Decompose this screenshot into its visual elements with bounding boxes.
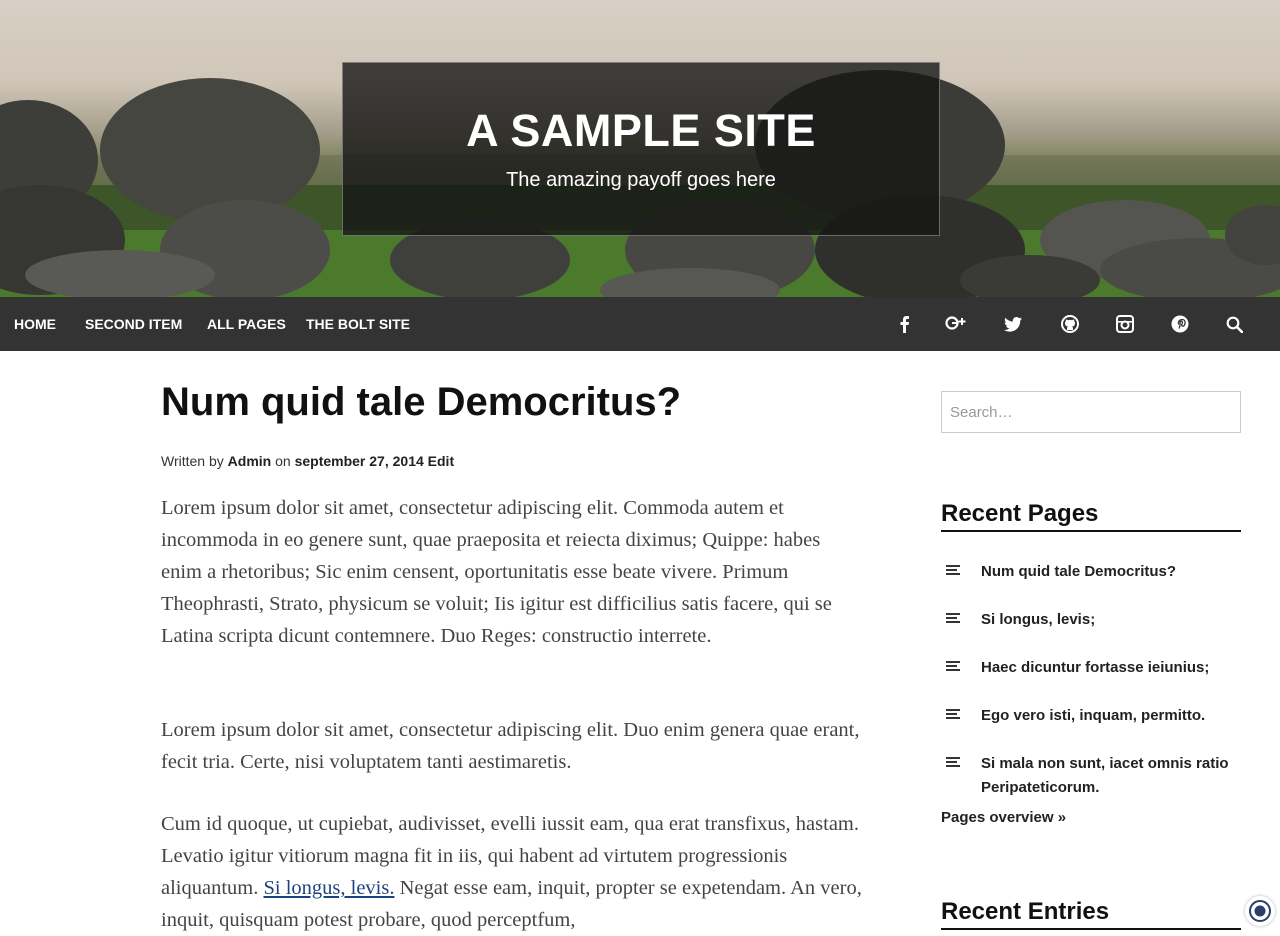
site-title[interactable]: A SAMPLE SITE — [343, 105, 939, 157]
post-paragraph-3: Cum id quoque, ut cupiebat, audivisset, … — [161, 808, 866, 936]
document-lines-icon — [946, 756, 960, 773]
twitter-icon[interactable] — [999, 310, 1027, 338]
post-meta: Written by Admin on september 27, 2014 E… — [161, 453, 454, 469]
post-title[interactable]: Num quid tale Democritus? — [161, 380, 681, 425]
document-lines-icon — [946, 708, 960, 725]
recent-page-link[interactable]: Haec dicuntur fortasse ieiunius; — [981, 656, 1231, 680]
facebook-icon[interactable] — [890, 310, 918, 338]
recent-page-link[interactable]: Si longus, levis; — [981, 608, 1231, 632]
instagram-icon[interactable] — [1111, 310, 1139, 338]
site-payoff: The amazing payoff goes here — [506, 169, 776, 191]
recent-entries-title: Recent Entries — [941, 898, 1241, 930]
document-lines-icon — [946, 660, 960, 677]
pinterest-icon[interactable] — [1166, 310, 1194, 338]
nav-item-second-item[interactable]: SECOND ITEM — [85, 297, 182, 351]
floating-widget-icon[interactable] — [1245, 896, 1275, 926]
recent-page-link[interactable]: Si mala non sunt, iacet omnis ratio Peri… — [981, 752, 1231, 800]
nav-item-home[interactable]: HOME — [14, 297, 56, 351]
meta-edit-link[interactable]: Edit — [428, 453, 454, 469]
header-banner: A SAMPLE SITE The amazing payoff goes he… — [0, 0, 1280, 297]
inline-link-si-longus[interactable]: Si longus, levis. — [263, 877, 394, 899]
pages-overview-link[interactable]: Pages overview » — [941, 809, 1066, 826]
google-plus-icon[interactable] — [942, 310, 970, 338]
recent-pages-title: Recent Pages — [941, 500, 1241, 532]
search-input[interactable] — [941, 391, 1241, 433]
meta-on: on — [275, 453, 291, 469]
document-lines-icon — [946, 612, 960, 629]
meta-author-link[interactable]: Admin — [228, 453, 272, 469]
document-lines-icon — [946, 564, 960, 581]
meta-written-by: Written by — [161, 453, 224, 469]
nav-item-bolt-site[interactable]: THE BOLT SITE — [306, 297, 410, 351]
meta-date-link[interactable]: september 27, 2014 — [295, 453, 424, 469]
github-icon[interactable] — [1056, 310, 1084, 338]
recent-page-link[interactable]: Num quid tale Democritus? — [981, 560, 1231, 584]
post-paragraph-2: Lorem ipsum dolor sit amet, consectetur … — [161, 719, 860, 773]
nav-item-all-pages[interactable]: ALL PAGES — [207, 297, 286, 351]
main-navbar: HOME SECOND ITEM ALL PAGES THE BOLT SITE — [0, 297, 1280, 351]
site-title-box: A SAMPLE SITE The amazing payoff goes he… — [342, 62, 940, 236]
post-paragraph-1: Lorem ipsum dolor sit amet, consectetur … — [161, 497, 832, 647]
recent-page-link[interactable]: Ego vero isti, inquam, permitto. — [981, 704, 1231, 728]
search-icon[interactable] — [1220, 310, 1248, 338]
